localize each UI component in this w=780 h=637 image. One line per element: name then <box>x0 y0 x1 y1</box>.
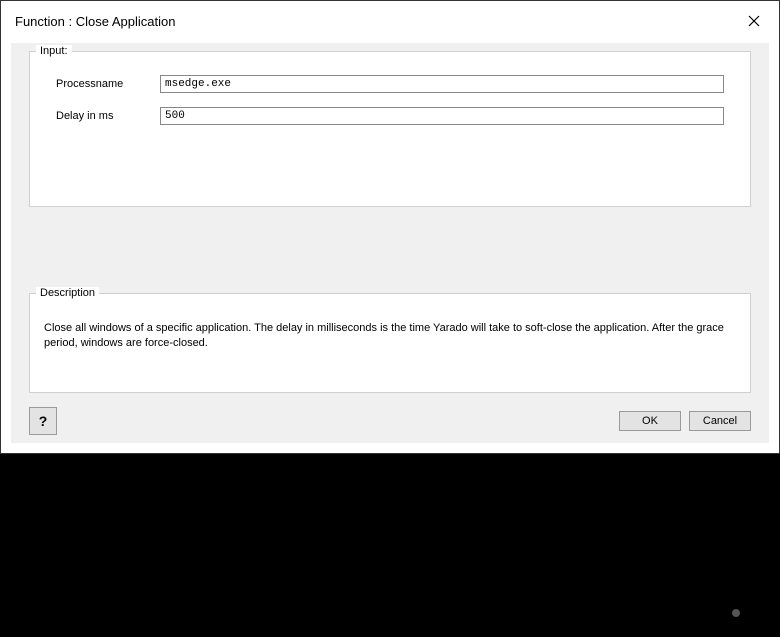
button-group: OK Cancel <box>619 411 751 431</box>
processname-input[interactable] <box>160 75 724 93</box>
label-processname: Processname <box>38 78 160 90</box>
bottom-bar: ? OK Cancel <box>29 407 751 435</box>
dialog-title: Function : Close Application <box>15 14 175 29</box>
description-group: Description Close all windows of a speci… <box>29 287 751 393</box>
description-legend: Description <box>36 287 99 299</box>
description-text: Close all windows of a specific applicat… <box>30 299 750 361</box>
input-wrap-processname <box>160 75 742 93</box>
input-rows: Processname Delay in ms <box>30 57 750 147</box>
dialog-window: Function : Close Application Input: Proc… <box>0 0 780 454</box>
input-group: Input: Processname Delay in ms <box>29 45 751 207</box>
row-processname: Processname <box>38 75 742 93</box>
label-delay: Delay in ms <box>38 110 160 122</box>
close-button[interactable] <box>741 8 767 34</box>
help-button[interactable]: ? <box>29 407 57 435</box>
row-delay: Delay in ms <box>38 107 742 125</box>
ok-button[interactable]: OK <box>619 411 681 431</box>
delay-input[interactable] <box>160 107 724 125</box>
decorative-dot <box>732 609 740 617</box>
close-icon <box>748 15 760 27</box>
cancel-button[interactable]: Cancel <box>689 411 751 431</box>
titlebar: Function : Close Application <box>1 1 779 41</box>
input-wrap-delay <box>160 107 742 125</box>
dialog-body: Input: Processname Delay in ms Descripti… <box>11 43 769 443</box>
input-legend: Input: <box>36 45 72 57</box>
